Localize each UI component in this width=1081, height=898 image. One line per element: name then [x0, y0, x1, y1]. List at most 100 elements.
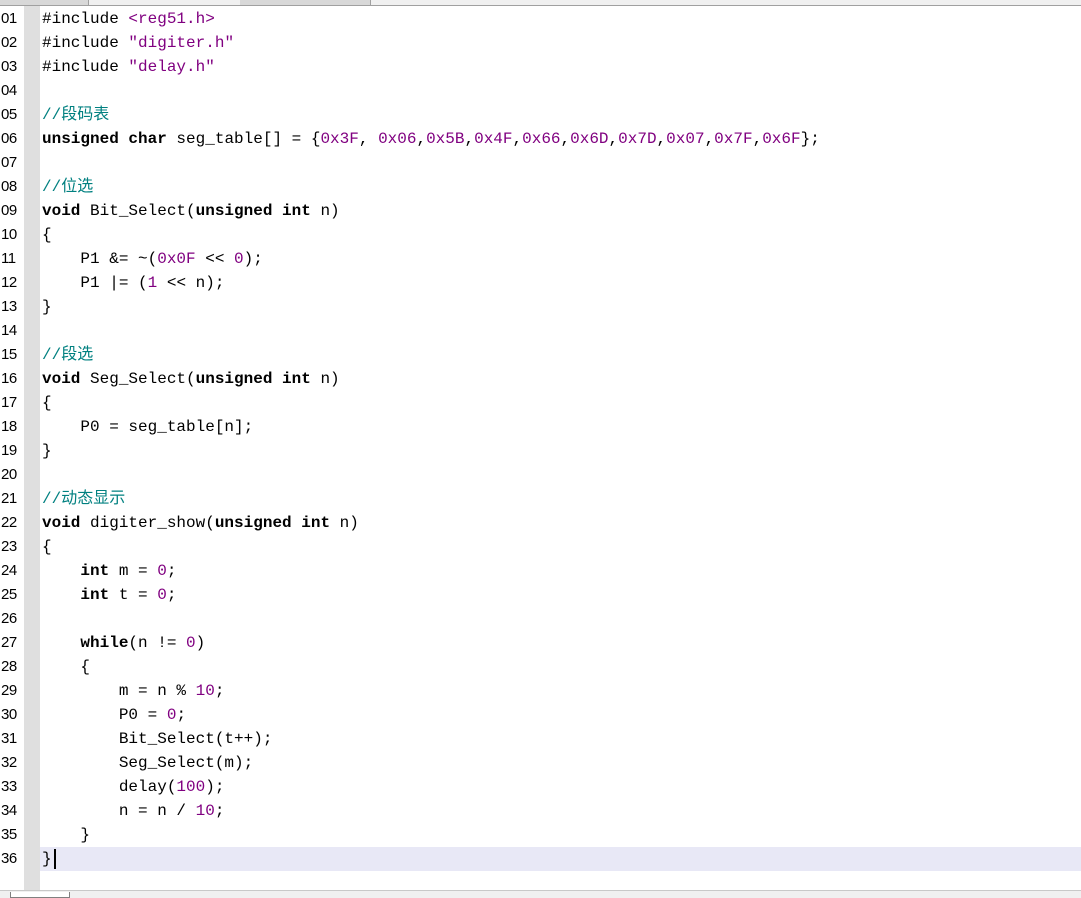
code-token: void	[42, 514, 81, 532]
editor-tab[interactable]	[0, 0, 89, 5]
code-line[interactable]: 13}	[0, 295, 1081, 319]
code-token: //段选	[42, 346, 94, 364]
code-token: int	[80, 562, 110, 580]
line-number: 22	[1, 514, 17, 531]
line-text: m = n % 10;	[42, 679, 225, 703]
code-line[interactable]: 33 delay(100);	[0, 775, 1081, 799]
code-token: ;	[176, 706, 187, 724]
code-token: 0x7D	[618, 130, 657, 148]
code-line[interactable]: 02 #include "digiter.h"	[0, 31, 1081, 55]
code-line[interactable]: 31 Bit_Select(t++);	[0, 727, 1081, 751]
code-line[interactable]: 20	[0, 463, 1081, 487]
line-text: while(n != 0)	[42, 631, 205, 655]
line-number: 05	[1, 106, 17, 123]
code-line[interactable]: 14	[0, 319, 1081, 343]
code-line[interactable]: 36}	[0, 847, 1081, 871]
code-token: 0x4F	[474, 130, 513, 148]
code-line[interactable]: 18 P0 = seg_table[n];	[0, 415, 1081, 439]
line-text: {	[42, 223, 52, 247]
code-line[interactable]: 07	[0, 151, 1081, 175]
code-line[interactable]: 03 #include "delay.h"	[0, 55, 1081, 79]
line-text: }	[42, 823, 90, 847]
line-text: }	[42, 295, 52, 319]
workspace-tab[interactable]	[10, 892, 70, 898]
code-line[interactable]: 06 unsigned char seg_table[] = {0x3F, 0x0…	[0, 127, 1081, 151]
code-token: }	[42, 826, 91, 844]
code-token: unsigned int	[195, 202, 311, 220]
line-text: #include <reg51.h>	[42, 7, 215, 31]
code-token: 0x0F	[157, 250, 196, 268]
code-token: Seg_Select(	[80, 370, 196, 388]
code-line[interactable]: 21 //动态显示	[0, 487, 1081, 511]
code-line[interactable]: 10 {	[0, 223, 1081, 247]
code-line[interactable]: 12 P1 |= (1 << n);	[0, 271, 1081, 295]
editor-tab[interactable]	[240, 0, 371, 5]
code-line[interactable]: 24 int m = 0;	[0, 559, 1081, 583]
line-number: 08	[1, 178, 17, 195]
line-text: //段码表	[42, 103, 109, 127]
code-line[interactable]: 16 void Seg_Select(unsigned int n)	[0, 367, 1081, 391]
code-token: n)	[310, 202, 340, 220]
code-line[interactable]: 04	[0, 79, 1081, 103]
code-token: ;	[166, 562, 177, 580]
code-line[interactable]: 25 int t = 0;	[0, 583, 1081, 607]
code-line[interactable]: 08 //位选	[0, 175, 1081, 199]
line-number: 15	[1, 346, 17, 363]
code-line[interactable]: 09 void Bit_Select(unsigned int n)	[0, 199, 1081, 223]
line-number: 01	[1, 10, 17, 27]
line-number: 17	[1, 394, 17, 411]
code-line[interactable]: 35 }	[0, 823, 1081, 847]
line-text: }	[42, 439, 52, 463]
line-number: 06	[1, 130, 17, 147]
code-line[interactable]: 28 {	[0, 655, 1081, 679]
line-text: void Bit_Select(unsigned int n)	[42, 199, 340, 223]
code-token: //段码表	[42, 106, 110, 124]
code-token: 0	[186, 634, 196, 652]
code-line[interactable]: 23 {	[0, 535, 1081, 559]
bottom-tab-strip	[0, 890, 1081, 898]
code-token: <reg51.h>	[128, 10, 215, 28]
code-token: P0 =	[42, 706, 167, 724]
line-text: }	[42, 847, 56, 871]
code-token: P1 |= (	[42, 274, 148, 292]
line-number: 14	[1, 322, 17, 339]
code-token: }	[42, 442, 52, 460]
line-text: n = n / 10;	[42, 799, 225, 823]
code-line[interactable]: 30 P0 = 0;	[0, 703, 1081, 727]
line-number: 10	[1, 226, 17, 243]
code-token: ,	[704, 130, 715, 148]
code-token: {	[42, 226, 52, 244]
code-line[interactable]: 22 void digiter_show(unsigned int n)	[0, 511, 1081, 535]
code-line[interactable]: 17 {	[0, 391, 1081, 415]
code-line[interactable]: 27 while(n != 0)	[0, 631, 1081, 655]
code-line[interactable]: 11 P1 &= ~(0x0F << 0);	[0, 247, 1081, 271]
line-text: //位选	[42, 175, 93, 199]
code-token: ,	[416, 130, 427, 148]
line-number: 21	[1, 490, 17, 507]
code-token: ;	[166, 586, 177, 604]
code-line[interactable]: 01 #include <reg51.h>	[0, 7, 1081, 31]
line-number: 03	[1, 58, 17, 75]
code-token: unsigned int	[195, 370, 311, 388]
code-token: Bit_Select(	[80, 202, 196, 220]
code-token: 0	[157, 586, 167, 604]
code-editor[interactable]: 01 #include <reg51.h> 02 #include "digiter.…	[0, 6, 1081, 890]
code-line[interactable]: 29 m = n % 10;	[0, 679, 1081, 703]
line-text: Bit_Select(t++);	[42, 727, 273, 751]
code-line[interactable]: 15 //段选	[0, 343, 1081, 367]
line-number: 19	[1, 442, 17, 459]
code-line[interactable]: 26	[0, 607, 1081, 631]
code-token: 100	[176, 778, 206, 796]
line-number: 26	[1, 610, 17, 627]
code-line[interactable]: 19}	[0, 439, 1081, 463]
code-token: seg_table[] = {	[166, 130, 321, 148]
line-text: P0 = 0;	[42, 703, 186, 727]
line-number: 07	[1, 154, 17, 171]
code-token: //动态显示	[42, 490, 126, 508]
code-token: ,	[656, 130, 667, 148]
code-line[interactable]: 34 n = n / 10;	[0, 799, 1081, 823]
line-number: 35	[1, 826, 17, 843]
code-line[interactable]: 05 //段码表	[0, 103, 1081, 127]
code-line[interactable]: 32 Seg_Select(m);	[0, 751, 1081, 775]
